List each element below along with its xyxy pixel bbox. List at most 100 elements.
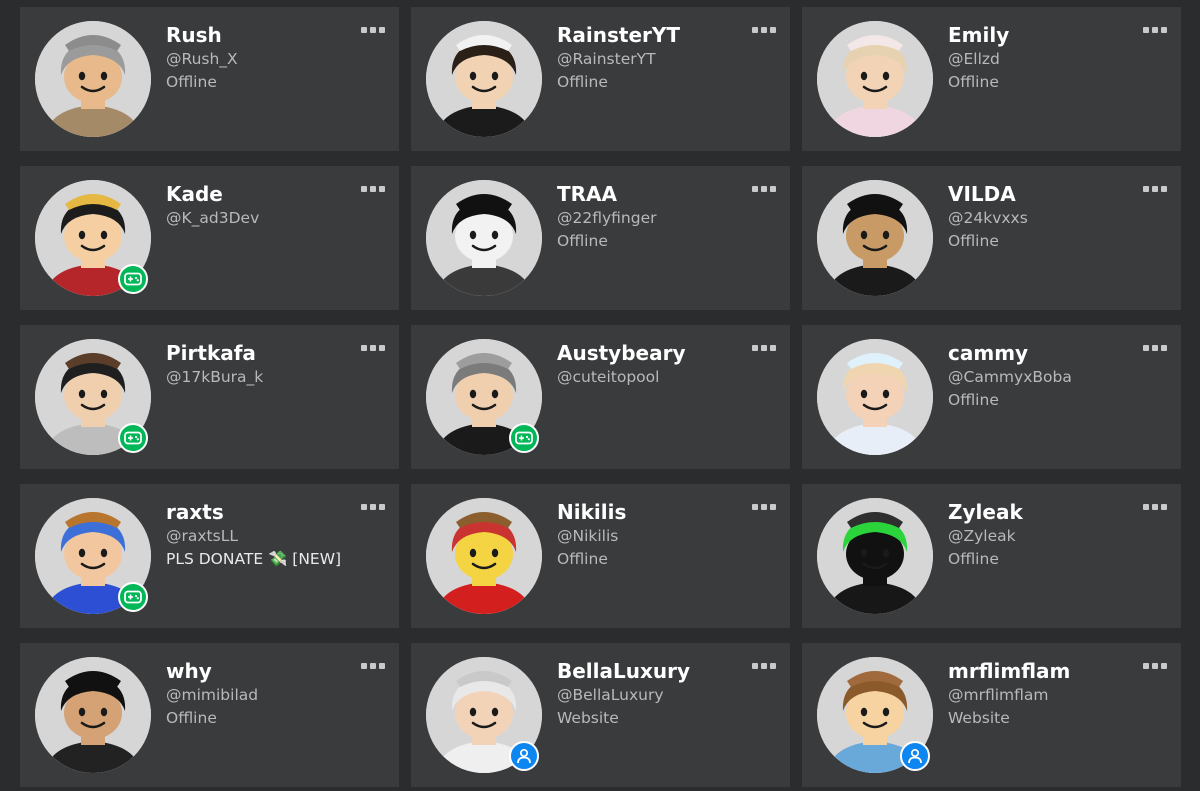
friend-handle: @K_ad3Dev	[166, 209, 260, 227]
friend-handle: @24kvxxs	[948, 209, 1028, 227]
friend-card[interactable]: RainsterYT @RainsterYT Offline	[411, 7, 790, 151]
website-user-icon	[900, 741, 930, 771]
more-options-icon[interactable]	[1143, 501, 1167, 513]
friend-info: Austybeary @cuteitopool	[557, 340, 750, 389]
friend-handle: @Rush_X	[166, 50, 238, 68]
friend-name[interactable]: cammy	[948, 340, 1141, 366]
friend-info: BellaLuxury @BellaLuxury Website	[557, 658, 750, 730]
friend-info: Rush @Rush_X Offline	[166, 22, 359, 94]
more-options-icon[interactable]	[752, 660, 776, 672]
friend-status: Offline	[948, 550, 999, 568]
gamepad-icon	[118, 582, 148, 612]
avatar[interactable]	[35, 657, 151, 773]
friend-card[interactable]: why @mimibilad Offline	[20, 643, 399, 787]
friend-status: Offline	[557, 550, 608, 568]
friend-info: Pirtkafa @17kBura_k	[166, 340, 359, 389]
friend-status: Offline	[557, 232, 608, 250]
friend-name[interactable]: TRAA	[557, 181, 750, 207]
friend-handle: @mimibilad	[166, 686, 259, 704]
friend-card[interactable]: cammy @CammyxBoba Offline	[802, 325, 1181, 469]
more-options-icon[interactable]	[1143, 24, 1167, 36]
friend-handle: @CammyxBoba	[948, 368, 1072, 386]
friend-info: why @mimibilad Offline	[166, 658, 359, 730]
friend-status: Offline	[557, 73, 608, 91]
more-options-icon[interactable]	[752, 183, 776, 195]
friend-handle: @Zyleak	[948, 527, 1016, 545]
more-options-icon[interactable]	[361, 24, 385, 36]
more-options-icon[interactable]	[752, 24, 776, 36]
friend-info: Emily @Ellzd Offline	[948, 22, 1141, 94]
friend-card[interactable]: BellaLuxury @BellaLuxury Website	[411, 643, 790, 787]
friend-card[interactable]: Austybeary @cuteitopool	[411, 325, 790, 469]
avatar[interactable]	[817, 180, 933, 296]
friend-status: Offline	[948, 73, 999, 91]
friend-name[interactable]: RainsterYT	[557, 22, 750, 48]
avatar[interactable]	[817, 339, 933, 455]
more-options-icon[interactable]	[361, 501, 385, 513]
friend-handle: @RainsterYT	[557, 50, 656, 68]
friend-name[interactable]: Austybeary	[557, 340, 750, 366]
friend-handle: @Nikilis	[557, 527, 619, 545]
friend-handle: @22flyfinger	[557, 209, 657, 227]
friend-name[interactable]: why	[166, 658, 359, 684]
friend-name[interactable]: Emily	[948, 22, 1141, 48]
friend-handle: @raxtsLL	[166, 527, 238, 545]
avatar[interactable]	[426, 180, 542, 296]
more-options-icon[interactable]	[1143, 660, 1167, 672]
friend-info: Kade @K_ad3Dev	[166, 181, 359, 230]
friend-card[interactable]: Zyleak @Zyleak Offline	[802, 484, 1181, 628]
friends-grid: Rush @Rush_X Offline RainsterYT @RainsterYT O…	[20, 0, 1181, 787]
friend-handle: @mrflimflam	[948, 686, 1049, 704]
friend-card[interactable]: mrflimflam @mrflimflam Website	[802, 643, 1181, 787]
friend-card[interactable]: Rush @Rush_X Offline	[20, 7, 399, 151]
friend-card[interactable]: VILDA @24kvxxs Offline	[802, 166, 1181, 310]
friend-handle: @17kBura_k	[166, 368, 264, 386]
friend-info: cammy @CammyxBoba Offline	[948, 340, 1141, 412]
friend-status: Offline	[948, 232, 999, 250]
gamepad-icon	[118, 423, 148, 453]
more-options-icon[interactable]	[361, 342, 385, 354]
friend-name[interactable]: Nikilis	[557, 499, 750, 525]
friend-card[interactable]: Emily @Ellzd Offline	[802, 7, 1181, 151]
friend-handle: @BellaLuxury	[557, 686, 664, 704]
avatar[interactable]	[817, 498, 933, 614]
friend-card[interactable]: Pirtkafa @17kBura_k	[20, 325, 399, 469]
friend-name[interactable]: VILDA	[948, 181, 1141, 207]
friend-status: Offline	[948, 391, 999, 409]
friend-card[interactable]: Kade @K_ad3Dev	[20, 166, 399, 310]
friend-name[interactable]: raxts	[166, 499, 359, 525]
friend-name[interactable]: Pirtkafa	[166, 340, 359, 366]
more-options-icon[interactable]	[752, 501, 776, 513]
gamepad-icon	[118, 264, 148, 294]
friend-info: VILDA @24kvxxs Offline	[948, 181, 1141, 253]
friend-status: Offline	[166, 709, 217, 727]
friend-handle: @cuteitopool	[557, 368, 660, 386]
friend-name[interactable]: BellaLuxury	[557, 658, 750, 684]
friend-card[interactable]: TRAA @22flyfinger Offline	[411, 166, 790, 310]
friend-info: Nikilis @Nikilis Offline	[557, 499, 750, 571]
friend-info: TRAA @22flyfinger Offline	[557, 181, 750, 253]
friend-card[interactable]: raxts @raxtsLL PLS DONATE 💸 [NEW]	[20, 484, 399, 628]
friend-handle: @Ellzd	[948, 50, 1000, 68]
friends-page: Rush @Rush_X Offline RainsterYT @RainsterYT O…	[0, 0, 1200, 791]
avatar[interactable]	[426, 498, 542, 614]
avatar[interactable]	[817, 21, 933, 137]
friend-info: RainsterYT @RainsterYT Offline	[557, 22, 750, 94]
friend-status: PLS DONATE 💸 [NEW]	[166, 550, 342, 568]
avatar[interactable]	[426, 21, 542, 137]
more-options-icon[interactable]	[361, 660, 385, 672]
more-options-icon[interactable]	[1143, 342, 1167, 354]
more-options-icon[interactable]	[1143, 183, 1167, 195]
friend-name[interactable]: Zyleak	[948, 499, 1141, 525]
friend-status: Website	[948, 709, 1010, 727]
avatar[interactable]	[35, 21, 151, 137]
friend-card[interactable]: Nikilis @Nikilis Offline	[411, 484, 790, 628]
friend-info: Zyleak @Zyleak Offline	[948, 499, 1141, 571]
friend-status: Offline	[166, 73, 217, 91]
friend-name[interactable]: mrflimflam	[948, 658, 1141, 684]
friend-status: Website	[557, 709, 619, 727]
more-options-icon[interactable]	[361, 183, 385, 195]
more-options-icon[interactable]	[752, 342, 776, 354]
friend-name[interactable]: Rush	[166, 22, 359, 48]
friend-name[interactable]: Kade	[166, 181, 359, 207]
